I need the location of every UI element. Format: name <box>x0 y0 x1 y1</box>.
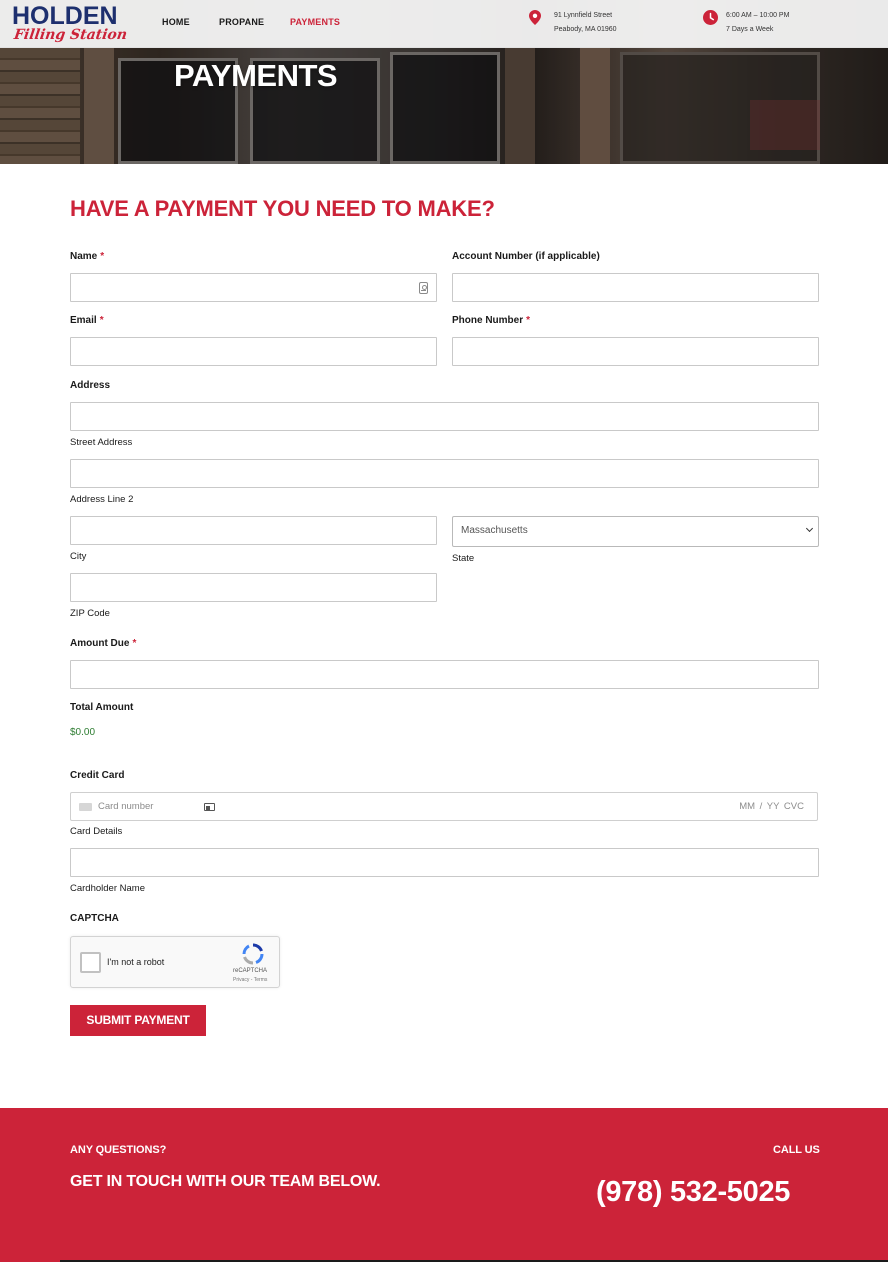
email-label-text: Email <box>70 315 97 326</box>
page-title: PAYMENTS <box>174 58 338 93</box>
city-input[interactable] <box>70 516 437 545</box>
total-amount-value: $0.00 <box>70 727 96 738</box>
name-label: Name * <box>70 251 104 262</box>
autofill-card-icon[interactable] <box>204 803 215 811</box>
site-logo[interactable]: HOLDEN Filling Station <box>12 2 132 46</box>
required-mark: * <box>132 638 137 649</box>
recaptcha-brand: reCAPTCHA <box>233 968 268 974</box>
footer-phone-number[interactable]: (978) 532-5025 <box>596 1176 790 1209</box>
name-input[interactable] <box>70 273 437 302</box>
footer-get-in-touch: GET IN TOUCH WITH OUR TEAM BELOW. <box>70 1173 381 1190</box>
phone-label: Phone Number * <box>452 315 530 326</box>
zip-code-sublabel: ZIP Code <box>70 608 110 619</box>
form-heading: HAVE A PAYMENT YOU NEED TO MAKE? <box>70 196 495 221</box>
chevron-down-icon <box>805 524 814 533</box>
recaptcha-text: I'm not a robot <box>107 957 165 967</box>
address-line-1: 91 Lynnfield Street <box>554 12 613 19</box>
zip-code-input[interactable] <box>70 573 437 602</box>
address-line-2-input[interactable] <box>70 459 819 488</box>
hours-line-2: 7 Days a Week <box>726 26 774 33</box>
location-pin-icon <box>529 10 541 25</box>
amount-due-label-text: Amount Due <box>70 638 130 649</box>
name-label-text: Name <box>70 251 98 262</box>
hours-line-1: 6:00 AM – 10:00 PM <box>726 12 790 19</box>
required-mark: * <box>100 251 105 262</box>
city-sublabel: City <box>70 551 87 562</box>
amount-due-input[interactable] <box>70 660 819 689</box>
nav-propane[interactable]: PROPANE <box>219 17 264 27</box>
address-line-2-sublabel: Address Line 2 <box>70 494 134 505</box>
footer-call-us: CALL US <box>773 1144 820 1156</box>
card-number-placeholder: Card number <box>98 801 154 812</box>
logo-tagline: Filling Station <box>12 27 129 43</box>
recaptcha-logo-icon <box>242 943 264 965</box>
contact-card-icon[interactable] <box>419 282 428 294</box>
address-line-2: Peabody, MA 01960 <box>554 26 617 33</box>
clock-icon <box>703 10 718 25</box>
street-address-input[interactable] <box>70 402 819 431</box>
cardholder-name-input[interactable] <box>70 848 819 877</box>
location-address: 91 Lynnfield Street Peabody, MA 01960 <box>554 9 617 37</box>
recaptcha-widget: I'm not a robot reCAPTCHA Privacy - Term… <box>70 936 280 988</box>
street-address-sublabel: Street Address <box>70 437 133 448</box>
card-expiry-cvc-placeholder: MM / YY CVC <box>739 801 804 812</box>
amount-due-label: Amount Due * <box>70 638 136 649</box>
credit-card-icon <box>79 803 92 811</box>
required-mark: * <box>526 315 531 326</box>
required-mark: * <box>99 315 104 326</box>
opening-hours: 6:00 AM – 10:00 PM 7 Days a Week <box>726 9 789 37</box>
top-bar: HOLDEN Filling Station HOME PROPANE PAYM… <box>0 0 888 48</box>
submit-payment-button[interactable]: SUBMIT PAYMENT <box>70 1005 206 1036</box>
recaptcha-checkbox[interactable] <box>80 952 101 973</box>
footer-questions: ANY QUESTIONS? <box>70 1144 167 1156</box>
credit-card-label: Credit Card <box>70 770 125 781</box>
phone-input[interactable] <box>452 337 819 366</box>
state-sublabel: State <box>452 553 475 564</box>
total-amount-label: Total Amount <box>70 702 134 713</box>
email-label: Email * <box>70 315 104 326</box>
recaptcha-privacy-terms-link[interactable]: Privacy - Terms <box>233 977 267 983</box>
email-input[interactable] <box>70 337 437 366</box>
state-select-value: Massachusetts <box>461 525 528 536</box>
cardholder-name-sublabel: Cardholder Name <box>70 883 145 894</box>
address-label: Address <box>70 380 111 391</box>
captcha-label: CAPTCHA <box>70 913 119 924</box>
card-details-input[interactable]: Card number MM / YY CVC <box>70 792 818 821</box>
card-details-sublabel: Card Details <box>70 826 123 837</box>
state-select[interactable]: Massachusetts <box>452 516 819 547</box>
nav-home[interactable]: HOME <box>162 17 190 27</box>
footer-contact: ANY QUESTIONS? GET IN TOUCH WITH OUR TEA… <box>0 1108 888 1262</box>
nav-payments[interactable]: PAYMENTS <box>290 17 340 27</box>
account-number-label: Account Number (if applicable) <box>452 251 600 262</box>
phone-label-text: Phone Number <box>452 315 524 326</box>
account-number-input[interactable] <box>452 273 819 302</box>
